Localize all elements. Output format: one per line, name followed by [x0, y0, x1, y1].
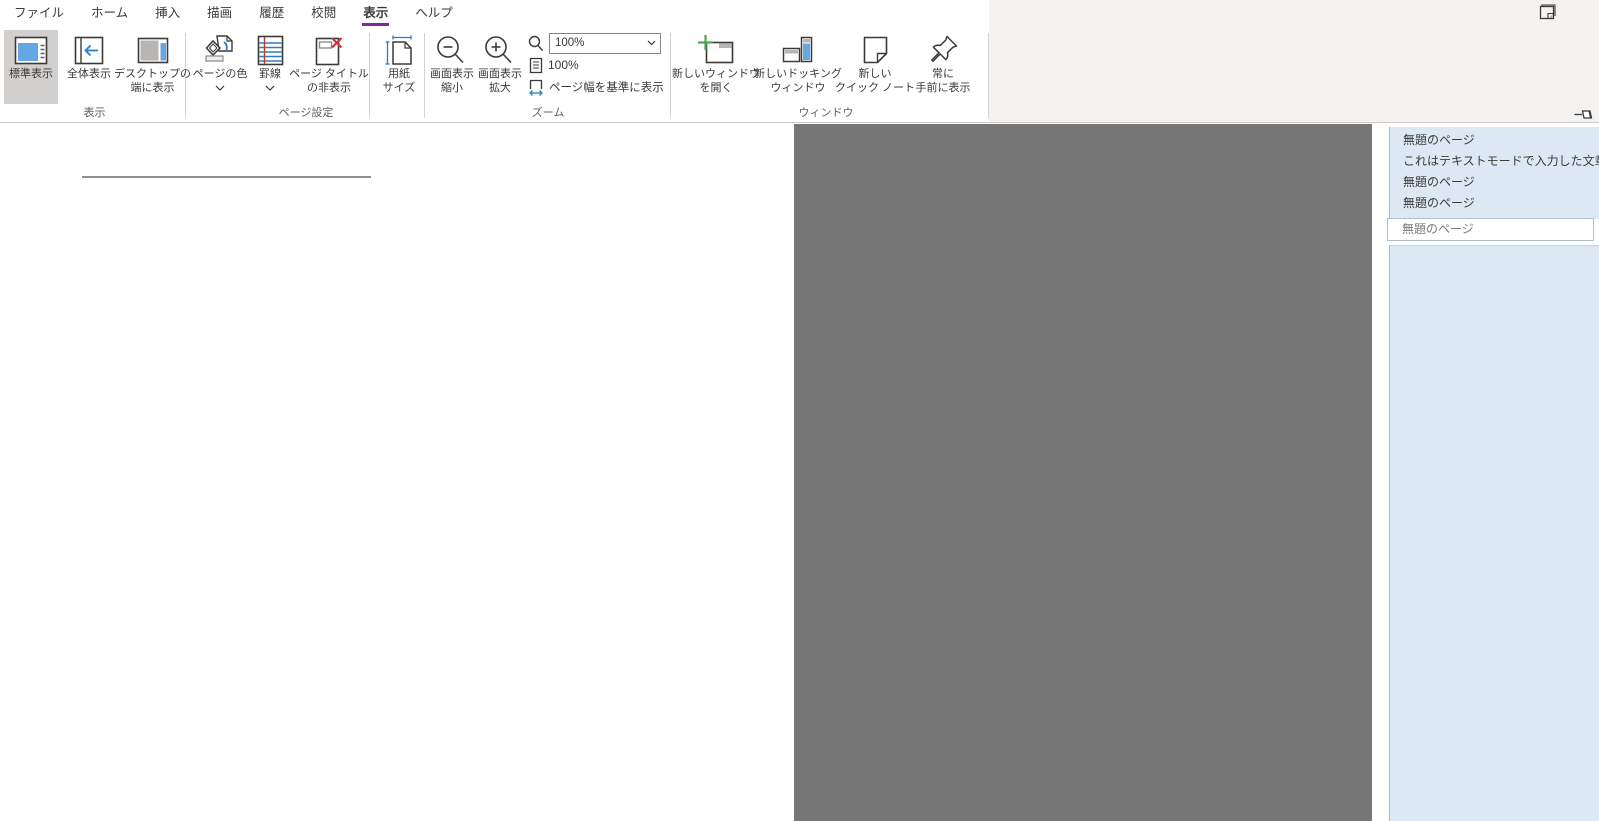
group-label-page-setup: ページ設定 — [190, 104, 422, 120]
content-area: 無題のページ これはテキストモードで入力した文章で 無題のページ 無題のページ … — [0, 124, 1599, 821]
ribbon-group-window: 新しいウィンドウを開く 新しいドッキングウィンドウ — [676, 28, 976, 123]
group-label-window: ウィンドウ — [676, 104, 976, 120]
zoom-in-label: 画面表示拡大 — [478, 68, 522, 95]
dock-to-desktop-label: デスクトップの端に表示 — [114, 68, 191, 95]
page-list-item[interactable]: 無題のページ — [1390, 130, 1599, 151]
ribbon-group-page-setup: ページの色 — [190, 28, 422, 123]
chevron-down-icon[interactable] — [215, 85, 225, 91]
full-page-view-label: 全体表示 — [67, 68, 111, 82]
document-lines-icon — [529, 57, 543, 74]
group-label-view: 表示 — [4, 104, 185, 120]
menu-bar: ファイル ホーム 挿入 描画 履歴 校閲 表示 ヘルプ — [0, 0, 454, 28]
new-quick-note-label: 新しいクイック ノート — [835, 68, 915, 95]
chevron-down-icon[interactable] — [647, 40, 656, 46]
hide-page-title-label: ページ タイトルの非表示 — [289, 68, 369, 95]
menu-tab-home[interactable]: ホーム — [90, 0, 129, 28]
zoom-out-button[interactable]: 画面表示縮小 — [428, 30, 476, 104]
horizontal-pin-icon — [1574, 108, 1593, 121]
menu-tab-view[interactable]: 表示 — [362, 0, 389, 28]
page-list-top-block: 無題のページ これはテキストモードで入力した文章で 無題のページ 無題のページ — [1389, 127, 1599, 219]
chevron-down-icon[interactable] — [265, 85, 275, 91]
page-list-item-selected[interactable]: 無題のページ — [1387, 218, 1594, 241]
page-width-view-button[interactable]: ページ幅を基準に表示 — [528, 76, 668, 98]
page-list-item[interactable]: 無題のページ — [1390, 172, 1599, 193]
zoom-in-button[interactable]: 画面表示拡大 — [476, 30, 524, 104]
group-separator — [424, 33, 425, 118]
rule-lines-button[interactable]: 罫線 — [250, 30, 290, 104]
zoom-out-label: 画面表示縮小 — [430, 68, 474, 95]
app-chrome: ファイル ホーム 挿入 描画 履歴 校閲 表示 ヘルプ — [0, 0, 1599, 123]
magnifier-icon — [528, 35, 544, 52]
pushpin-icon — [927, 32, 959, 68]
hide-page-title-icon — [315, 32, 343, 68]
always-on-top-button[interactable]: 常に手前に表示 — [912, 30, 974, 104]
new-quick-note-icon — [860, 32, 891, 68]
normal-view-icon — [14, 32, 48, 68]
page-canvas[interactable] — [0, 124, 794, 821]
page-color-icon — [204, 32, 236, 68]
group-separator — [988, 33, 989, 118]
zoom-in-icon — [481, 32, 519, 68]
rule-lines-label: 罫線 — [259, 68, 281, 82]
hide-page-title-button[interactable]: ページ タイトルの非表示 — [290, 30, 368, 104]
app-background-panel — [794, 124, 1372, 821]
normal-view-button[interactable]: 標準表示 — [4, 30, 58, 104]
menu-tab-file[interactable]: ファイル — [13, 0, 65, 28]
full-page-view-button[interactable]: 全体表示 — [58, 30, 120, 104]
page-list-sidebar: 無題のページ これはテキストモードで入力した文章で 無題のページ 無題のページ … — [1389, 124, 1599, 821]
group-label-zoom: ズーム — [428, 104, 668, 120]
ribbon-view-tab-panel: 標準表示 全体表示 — [0, 28, 1599, 123]
ribbon-group-zoom: 画面表示縮小 画面表示拡大 — [428, 28, 668, 123]
ribbon-group-view: 標準表示 全体表示 — [4, 28, 185, 123]
paper-size-label: 用紙サイズ — [383, 68, 416, 95]
sidebar-unpin-button[interactable] — [1574, 108, 1593, 121]
menu-tab-review[interactable]: 校閲 — [310, 0, 337, 28]
zoom-100-button[interactable]: 100% — [528, 54, 668, 76]
menu-tab-help[interactable]: ヘルプ — [414, 0, 454, 28]
new-window-icon — [697, 32, 735, 68]
paper-size-icon — [384, 32, 415, 68]
menu-tab-history[interactable]: 履歴 — [258, 0, 285, 28]
page-title-underline — [82, 176, 371, 178]
new-docked-window-icon — [781, 32, 815, 68]
full-page-view-icon — [74, 32, 104, 68]
page-width-view-label: ページ幅を基準に表示 — [549, 79, 664, 95]
page-list-bottom-block — [1389, 245, 1599, 821]
menu-tab-draw[interactable]: 描画 — [206, 0, 233, 28]
zoom-100-label: 100% — [548, 58, 579, 72]
new-window-label: 新しいウィンドウを開く — [672, 68, 760, 95]
dock-to-desktop-button[interactable]: デスクトップの端に表示 — [120, 30, 185, 104]
paper-size-button[interactable]: 用紙サイズ — [376, 30, 422, 104]
zoom-out-icon — [433, 32, 471, 68]
always-on-top-label: 常に手前に表示 — [916, 68, 971, 95]
zoom-controls-stack: 100% — [528, 30, 668, 104]
dock-to-desktop-icon — [137, 32, 169, 68]
new-quick-note-button[interactable]: 新しいクイック ノート — [840, 30, 910, 104]
page-width-icon — [528, 78, 544, 97]
group-separator — [670, 33, 671, 118]
new-docked-window-button[interactable]: 新しいドッキングウィンドウ — [758, 30, 838, 104]
window-pages-icon — [1536, 4, 1557, 24]
page-color-button[interactable]: ページの色 — [190, 30, 250, 104]
page-color-label: ページの色 — [193, 68, 248, 82]
new-docked-window-label: 新しいドッキングウィンドウ — [754, 68, 842, 95]
page-list-item[interactable]: これはテキストモードで入力した文章で — [1390, 151, 1599, 172]
page-list-item[interactable]: 無題のページ — [1390, 193, 1599, 214]
menu-tab-insert[interactable]: 挿入 — [154, 0, 181, 28]
rule-lines-icon — [257, 32, 284, 68]
zoom-level-value: 100% — [555, 37, 647, 49]
zoom-level-combobox[interactable]: 100% — [549, 33, 661, 54]
new-window-button[interactable]: 新しいウィンドウを開く — [676, 30, 756, 104]
normal-view-label: 標準表示 — [9, 68, 53, 82]
ribbon-display-options-button[interactable] — [1536, 4, 1557, 24]
